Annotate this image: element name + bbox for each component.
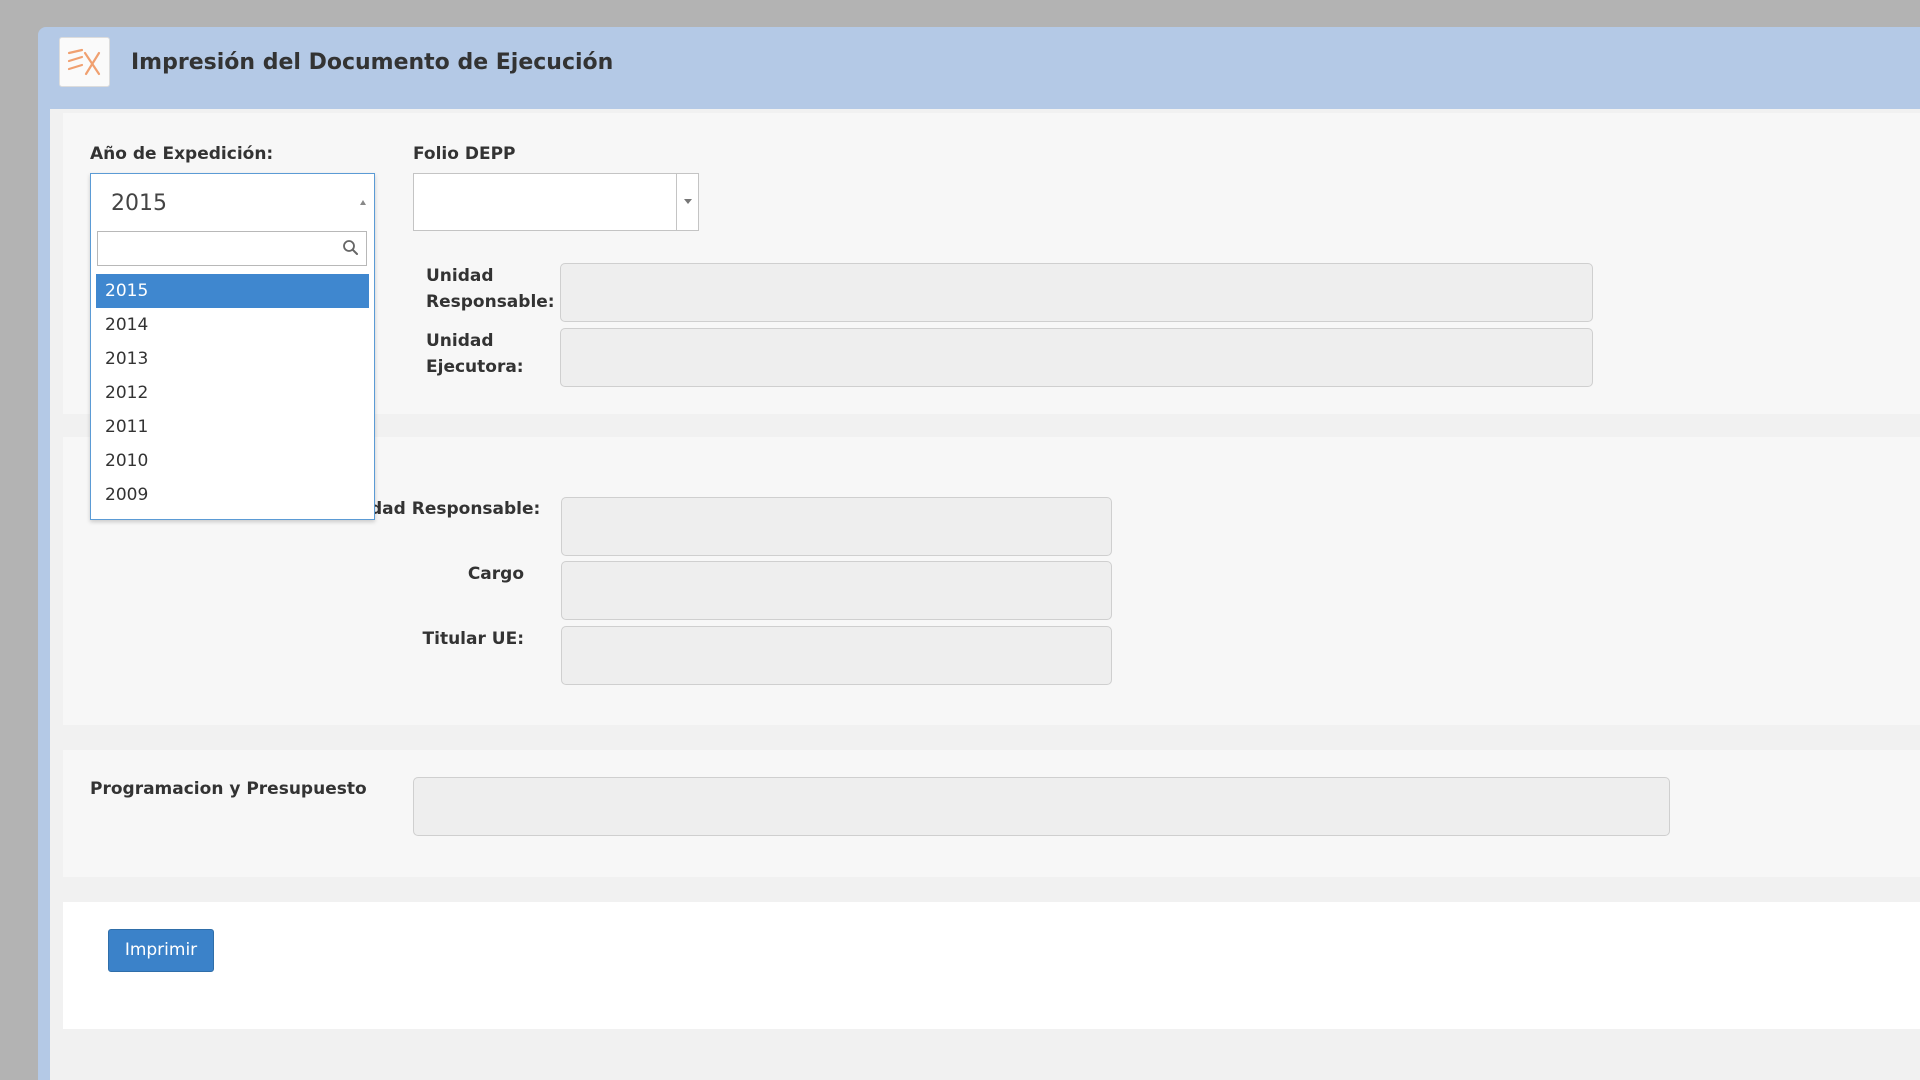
year-option-2012[interactable]: 2012 (96, 376, 369, 410)
unidad-responsable-label: Unidad Responsable: (426, 266, 555, 312)
titular-ur-label: dad Responsable: (370, 499, 541, 519)
year-option-2011[interactable]: 2011 (96, 410, 369, 444)
titular-ue-field[interactable] (561, 626, 1112, 685)
year-option-2009[interactable]: 2009 (96, 478, 369, 512)
titular-ur-field[interactable] (561, 497, 1112, 556)
section-actions (63, 902, 1920, 1029)
search-icon (343, 240, 358, 255)
folio-depp-select[interactable] (413, 173, 699, 231)
ex-logo-icon (59, 37, 110, 87)
anio-expedicion-label: Año de Expedición: (90, 144, 274, 164)
unidad-responsable-field[interactable] (560, 263, 1593, 322)
cargo-field[interactable] (561, 561, 1112, 620)
programacion-field[interactable] (413, 777, 1670, 836)
year-option-list: 2015 2014 2013 2012 2011 2010 2009 (96, 274, 369, 512)
chevron-down-icon (684, 199, 692, 204)
imprimir-button[interactable]: Imprimir (108, 929, 214, 972)
page-title: Impresión del Documento de Ejecución (131, 50, 614, 75)
anio-selected-value[interactable]: 2015 (111, 191, 167, 216)
folio-depp-dropdown-toggle[interactable] (676, 174, 698, 230)
anio-expedicion-dropdown[interactable]: 2015 2015 2014 2013 2012 2011 2010 2009 (90, 173, 375, 520)
year-option-2010[interactable]: 2010 (96, 444, 369, 478)
dropdown-search-input[interactable] (97, 231, 367, 266)
titular-ue-label: Titular UE: (422, 629, 524, 649)
year-option-2015[interactable]: 2015 (96, 274, 369, 308)
year-option-2014[interactable]: 2014 (96, 308, 369, 342)
unidad-ejecutora-label: Unidad Ejecutora: (426, 331, 524, 377)
folio-depp-label: Folio DEPP (413, 144, 516, 164)
programacion-label: Programacion y Presupuesto (90, 779, 367, 799)
chevron-up-icon (360, 200, 366, 205)
year-option-2013[interactable]: 2013 (96, 342, 369, 376)
unidad-ejecutora-field[interactable] (560, 328, 1593, 387)
cargo-label: Cargo (467, 564, 524, 584)
